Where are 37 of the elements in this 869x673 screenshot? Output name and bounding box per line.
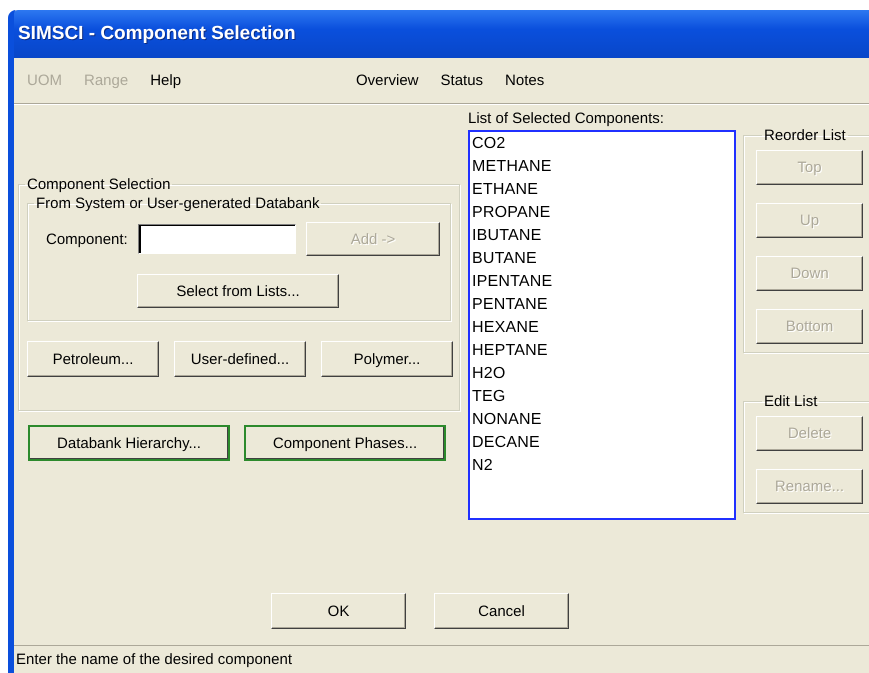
component-field[interactable]	[138, 224, 296, 254]
list-item[interactable]: DECANE	[472, 431, 734, 454]
list-item[interactable]: HEXANE	[472, 316, 734, 339]
list-item[interactable]: IBUTANE	[472, 224, 734, 247]
menu-item[interactable]: Overview	[349, 70, 426, 91]
list-item[interactable]: IPENTANE	[472, 270, 734, 293]
dialog-button[interactable]: Component Phases...	[244, 425, 446, 461]
group-label: Reorder List	[763, 127, 847, 144]
list-item[interactable]: N2	[472, 454, 734, 477]
menu-item[interactable]: Help	[143, 70, 188, 91]
dialog-button[interactable]: Petroleum...	[27, 341, 159, 377]
list-item[interactable]: ETHANE	[472, 178, 734, 201]
cancel-button[interactable]: Cancel	[434, 593, 569, 629]
list-item[interactable]: NONANE	[472, 408, 734, 431]
components-list[interactable]: CO2 METHANE ETHANE PROPANE IBUTANE BUTANE IPENTANE PENTANE HEXANE HEPTANE H2O TEG NONANE DECANE N2	[468, 130, 736, 520]
list-item[interactable]: METHANE	[472, 155, 734, 178]
component-label: Component:	[46, 230, 129, 248]
list-label: List of Selected Components:	[468, 110, 665, 127]
dialog-button[interactable]: User-defined...	[174, 341, 306, 377]
select-from-lists-button[interactable]: Select from Lists...	[137, 274, 339, 308]
list-item[interactable]: PENTANE	[472, 293, 734, 316]
window-title: SIMSCI - Component Selection	[18, 23, 296, 45]
list-item[interactable]: H2O	[472, 362, 734, 385]
list-item[interactable]: CO2	[472, 132, 734, 155]
list-item[interactable]: PROPANE	[472, 201, 734, 224]
list-item[interactable]: HEPTANE	[472, 339, 734, 362]
group-label: Component Selection	[26, 176, 172, 193]
group-label: From System or User-generated Databank	[35, 195, 320, 212]
dialog-button[interactable]: Polymer...	[321, 341, 453, 377]
list-item[interactable]: BUTANE	[472, 247, 734, 270]
menu-item[interactable]: Status	[434, 70, 490, 91]
list-item[interactable]: TEG	[472, 385, 734, 408]
ok-button[interactable]: OK	[271, 593, 406, 629]
menu-item[interactable]: Notes	[498, 70, 552, 91]
status-text: Enter the name of the desired component	[16, 651, 292, 668]
dialog-button[interactable]: Databank Hierarchy...	[28, 425, 230, 461]
group-label: Edit List	[763, 393, 818, 410]
